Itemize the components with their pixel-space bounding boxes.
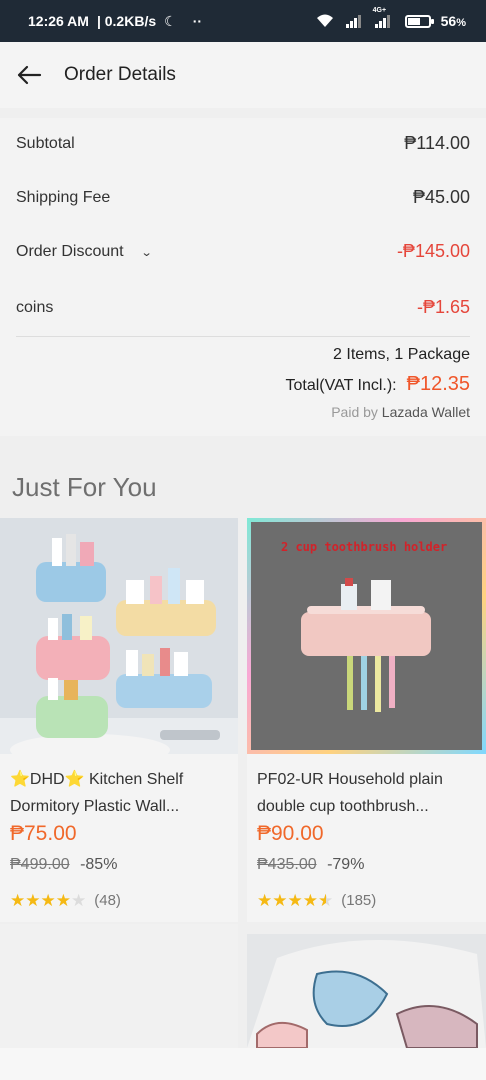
product-image[interactable]: 2 cup toothbrush holder [247,518,486,754]
chevron-down-icon[interactable]: ⌄ [141,246,153,259]
star-icon: ★ [55,891,71,910]
product-title: PF02-UR Household plain double cup tooth… [257,771,443,815]
network-4g-icon: 4G+ [373,7,395,28]
payment-method: Paid by Lazada Wallet [331,404,470,420]
review-count: (185) [341,892,377,909]
order-summary: Subtotal ₱114.00 Shipping Fee ₱45.00 Ord… [0,118,486,436]
discount-percent: -79% [327,856,365,873]
page-title: Order Details [64,64,176,85]
product-price: ₱75.00 [10,822,77,845]
signal-icon [345,15,361,28]
rating-row: ★ ★ ★ ★ ★ (48) [10,892,121,909]
product-card-partial[interactable] [247,934,486,1048]
shipping-label: Shipping Fee [16,188,111,206]
total-label: Total(VAT Incl.): [285,377,397,394]
product-image-inner: 2 cup toothbrush holder [251,522,482,750]
total-value: ₱12.35 [406,373,470,395]
star-icon: ★ [302,891,318,910]
items-count: 2 Items, 1 Package [333,346,470,363]
product-original-price-row: ₱499.00 -85% [10,856,117,874]
original-price: ₱435.00 [257,856,317,873]
subtotal-row: Subtotal ₱114.00 [16,133,470,154]
order-discount-label: Order Discount [16,242,124,260]
header-bar: Order Details [0,42,486,108]
product-card[interactable]: 2 cup toothbrush holder PF02-UR Househol… [247,518,486,922]
review-count: (48) [94,892,121,909]
product-card-partial[interactable] [0,924,238,1048]
order-discount-row[interactable]: Order Discount ⌄ -₱145.00 [16,241,470,262]
product-title: ⭐DHD⭐ Kitchen Shelf Dormitory Plastic Wa… [10,771,184,815]
paid-prefix: Paid by [331,404,378,420]
product-original-price-row: ₱435.00 -79% [257,856,364,874]
order-discount-value: -₱145.00 [396,241,470,261]
battery-percent: 56% [440,13,466,29]
shipping-row: Shipping Fee ₱45.00 [16,187,470,208]
status-dots: ·· [192,13,203,29]
back-arrow-icon[interactable] [14,60,44,90]
star-icon: ★ [10,891,26,910]
star-rating: ★ ★ ★ ★ ★ [257,892,333,909]
star-icon: ★ [25,891,41,910]
subtotal-value: ₱114.00 [404,133,470,153]
product-price: ₱90.00 [257,822,324,845]
status-left: 12:26 AM | 0.2KB/s ☾ ·· [28,13,202,30]
wifi-icon [316,14,333,27]
coins-label: coins [16,298,54,316]
discount-percent: -85% [80,856,118,873]
status-speed: | 0.2KB/s [96,13,157,29]
star-rating: ★ ★ ★ ★ ★ [10,892,86,909]
product-image [247,934,486,1048]
coins-row: coins -₱1.65 [16,297,470,318]
star-icon: ★ [40,891,56,910]
star-icon: ★ [287,891,303,910]
status-time: 12:26 AM [28,13,89,29]
star-icon: ★ [257,891,273,910]
total-row: Total(VAT Incl.): ₱12.35 [285,373,470,396]
battery-icon [404,14,434,28]
paid-method: Lazada Wallet [381,404,470,420]
bottom-strip [0,1048,486,1080]
shipping-value: ₱45.00 [412,187,470,207]
product-card[interactable]: ⭐DHD⭐ Kitchen Shelf Dormitory Plastic Wa… [0,518,238,922]
star-half-icon: ★ [318,891,334,910]
star-empty-icon: ★ [71,891,87,910]
star-icon: ★ [272,891,288,910]
battery-level [407,17,420,25]
subtotal-label: Subtotal [16,134,75,152]
order-discount-label-wrap: Order Discount ⌄ [16,242,153,261]
divider [16,336,470,337]
coins-value: -₱1.65 [416,297,470,317]
just-for-you-heading: Just For You [12,472,157,502]
product-image[interactable] [0,518,238,754]
rating-row: ★ ★ ★ ★ ★ (185) [257,892,376,909]
status-bar: 12:26 AM | 0.2KB/s ☾ ·· 4G+ 56% [0,0,486,42]
moon-icon: ☾ [164,12,177,29]
network-tag: 4G+ [372,7,387,14]
status-right: 4G+ 56% [315,7,466,29]
original-price: ₱499.00 [10,856,70,873]
